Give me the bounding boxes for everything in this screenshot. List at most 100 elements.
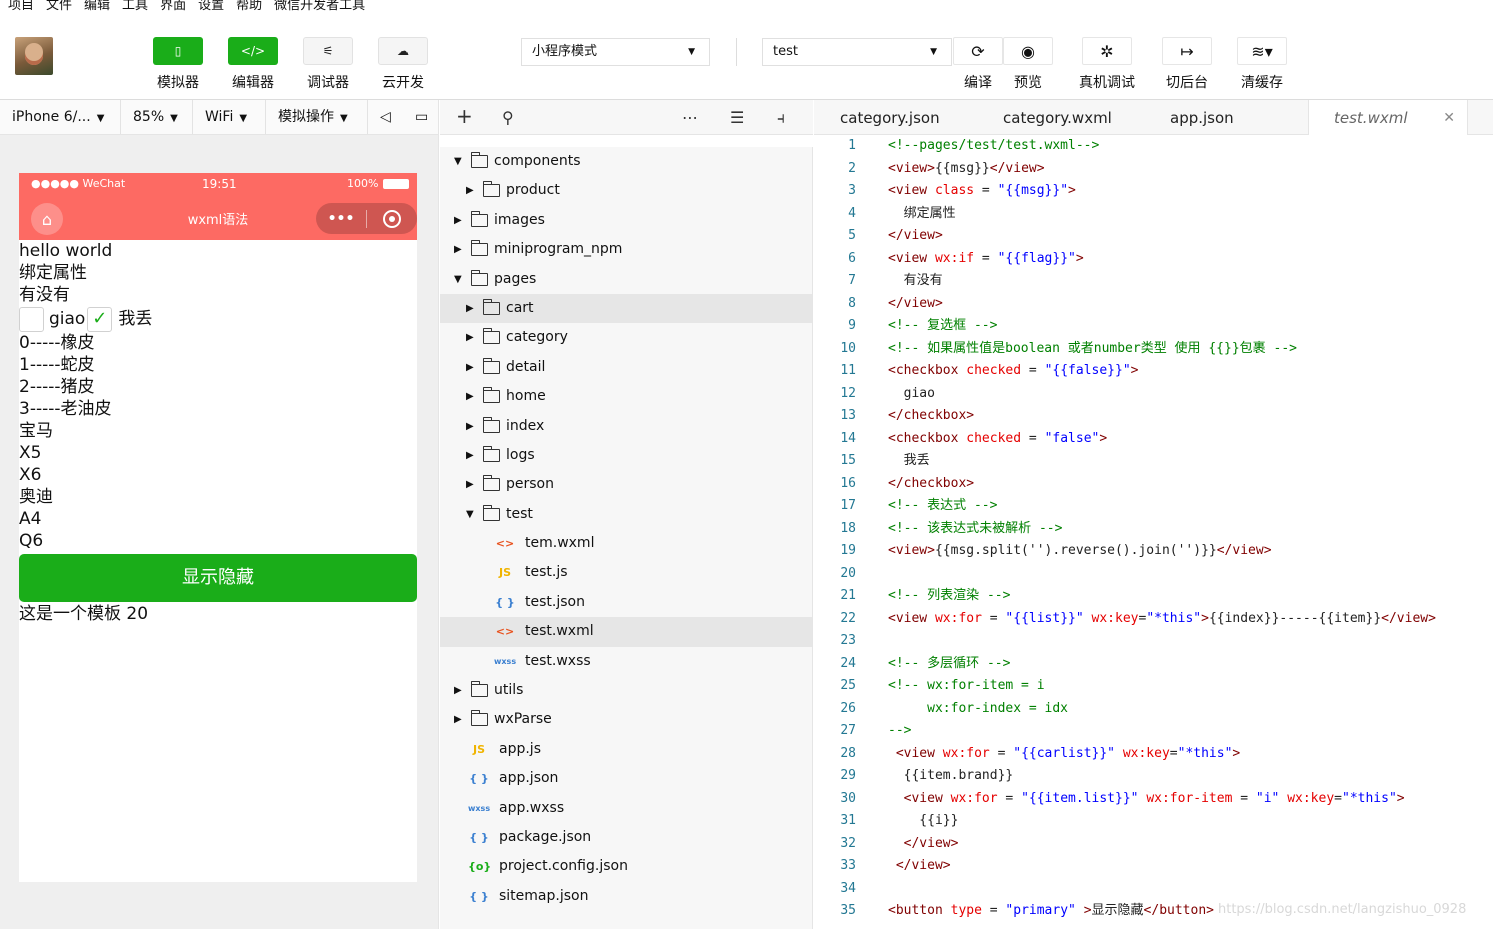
- file-tree-item[interactable]: ▶ home: [440, 382, 812, 411]
- volume-button[interactable]: ◁: [368, 100, 403, 134]
- split-view-icon[interactable]: ⫞: [777, 108, 785, 128]
- caret-right-icon[interactable]: ▶: [454, 235, 462, 264]
- more-icon[interactable]: •••: [316, 211, 366, 227]
- mode-value: 小程序模式: [532, 44, 598, 59]
- file-tree-item[interactable]: {o} project.config.json: [440, 852, 812, 881]
- code-text: </checkbox>: [888, 475, 975, 491]
- file-tree-item[interactable]: JS app.js: [440, 735, 812, 764]
- more-icon[interactable]: ⋯: [682, 108, 698, 127]
- menu-item[interactable]: 界面: [160, 0, 186, 16]
- line-number: 29: [840, 768, 856, 783]
- device-value: iPhone 6/...: [12, 109, 91, 125]
- menu-item[interactable]: 文件: [46, 0, 72, 16]
- file-tree-item[interactable]: ▶ utils: [440, 676, 812, 705]
- menu-item[interactable]: 微信开发者工具: [274, 0, 365, 16]
- operate-select[interactable]: 模拟操作 ▼: [266, 100, 368, 134]
- code-line: 32 </view>: [814, 833, 1493, 856]
- device-select[interactable]: iPhone 6/... ▼: [0, 100, 121, 134]
- caret-right-icon[interactable]: ▶: [466, 176, 474, 205]
- json-icon: { }: [469, 830, 489, 844]
- wxml-icon: <>: [495, 537, 515, 551]
- add-icon[interactable]: +: [456, 104, 473, 128]
- code-line: 13 </checkbox>: [814, 405, 1493, 428]
- menu-item[interactable]: 编辑: [84, 0, 110, 16]
- caret-right-icon[interactable]: ▶: [466, 323, 474, 352]
- file-tree-item[interactable]: wxss app.wxss: [440, 794, 812, 823]
- caret-down-icon[interactable]: ▼: [454, 265, 462, 294]
- zoom-select[interactable]: 85% ▼: [121, 100, 193, 134]
- file-tree-item[interactable]: ▶ images: [440, 206, 812, 235]
- editor-toggle-button[interactable]: </> 编辑器: [223, 37, 283, 92]
- background-button[interactable]: ↦ 切后台: [1152, 37, 1222, 92]
- clear-cache-button[interactable]: ≋▾ 清缓存: [1227, 37, 1297, 92]
- caret-right-icon[interactable]: ▶: [454, 206, 462, 235]
- search-icon[interactable]: ⚲: [502, 108, 514, 127]
- code-editor[interactable]: 1 <!--pages/test/test.wxml--> 2 <view>{{msg…: [814, 135, 1493, 929]
- file-tree-label: app.wxss: [499, 799, 565, 816]
- checkbox-checked[interactable]: ✓: [87, 306, 113, 332]
- line-number: 1: [848, 138, 856, 153]
- preview-button[interactable]: ◉ 预览: [993, 37, 1063, 92]
- file-tree-item[interactable]: ▼ pages: [440, 265, 812, 294]
- file-tree-label: category: [506, 329, 568, 346]
- file-tree-item[interactable]: ▶ cart: [440, 293, 812, 324]
- file-tree-item[interactable]: wxss test.wxss: [440, 647, 812, 676]
- caret-right-icon[interactable]: ▶: [454, 705, 462, 734]
- caret-right-icon[interactable]: ▶: [466, 412, 474, 441]
- menu-item[interactable]: 项目: [8, 0, 34, 16]
- list-item: X5: [19, 443, 42, 463]
- debugger-toggle-button[interactable]: ⚟ 调试器: [298, 37, 358, 92]
- tab-category-wxml[interactable]: category.wxml: [1003, 100, 1112, 135]
- file-tree-item[interactable]: { } sitemap.json: [440, 882, 812, 911]
- file-tree-item[interactable]: ▶ wxParse: [440, 705, 812, 734]
- line-number: 14: [840, 430, 856, 446]
- file-tree-item[interactable]: <> test.wxml: [440, 617, 812, 647]
- file-tree-label: product: [506, 182, 560, 199]
- file-tree-item[interactable]: <> tem.wxml: [440, 529, 812, 558]
- file-tree-item[interactable]: ▶ category: [440, 323, 812, 352]
- collapse-all-icon[interactable]: ☰: [730, 108, 744, 127]
- remote-debug-button[interactable]: ✲ 真机调试: [1072, 37, 1142, 92]
- toggle-button[interactable]: 显示隐藏: [19, 554, 417, 602]
- menu-item[interactable]: 帮助: [236, 0, 262, 16]
- close-target-icon[interactable]: [367, 209, 417, 228]
- template-text: 这是一个模板 20: [19, 604, 149, 624]
- caret-right-icon[interactable]: ▶: [466, 382, 474, 411]
- mode-select[interactable]: 小程序模式 ▼: [521, 38, 710, 66]
- menu-item[interactable]: 工具: [122, 0, 148, 16]
- compile-target-select[interactable]: test ▼: [762, 38, 952, 66]
- caret-right-icon[interactable]: ▶: [466, 294, 474, 323]
- simulator-toggle-button[interactable]: ▯ 模拟器: [148, 37, 208, 92]
- cloud-dev-button[interactable]: ☁ 云开发: [373, 37, 433, 92]
- tab-app-json[interactable]: app.json: [1170, 100, 1234, 135]
- caret-right-icon[interactable]: ▶: [466, 353, 474, 382]
- file-tree-item[interactable]: ▶ product: [440, 176, 812, 205]
- caret-down-icon[interactable]: ▼: [454, 147, 462, 176]
- file-tree-item[interactable]: ▶ person: [440, 470, 812, 499]
- file-tree-item[interactable]: ▶ detail: [440, 353, 812, 382]
- file-tree-item[interactable]: JS test.js: [440, 558, 812, 587]
- file-tree-item[interactable]: ▶ logs: [440, 441, 812, 470]
- clear-cache-label: 清缓存: [1241, 75, 1283, 91]
- file-tree-item[interactable]: { } app.json: [440, 764, 812, 793]
- file-tree-item[interactable]: ▶ miniprogram_npm: [440, 235, 812, 264]
- caret-right-icon[interactable]: ▶: [454, 676, 462, 705]
- close-icon[interactable]: ✕: [1443, 100, 1455, 136]
- file-tree-item[interactable]: ▶ index: [440, 412, 812, 441]
- avatar[interactable]: [15, 37, 53, 75]
- file-tree-item[interactable]: ▼ components: [440, 147, 812, 176]
- menu-item[interactable]: 设置: [198, 0, 224, 16]
- checkbox-unchecked[interactable]: [19, 306, 44, 332]
- file-tree-item[interactable]: ▼ test: [440, 500, 812, 529]
- tab-test-wxml[interactable]: test.wxml ✕: [1308, 100, 1468, 135]
- simulator-area: ●●●●● WeChat 19:51 100% ⌂ wxml语法 ••• hel…: [0, 135, 439, 929]
- caret-right-icon[interactable]: ▶: [466, 441, 474, 470]
- file-tree-item[interactable]: { } test.json: [440, 588, 812, 617]
- caret-right-icon[interactable]: ▶: [466, 470, 474, 499]
- window-button[interactable]: ▭: [403, 100, 438, 134]
- tab-category-json[interactable]: category.json: [840, 100, 940, 135]
- file-tree-item[interactable]: { } package.json: [440, 823, 812, 852]
- code-text: 绑定属性: [888, 205, 956, 221]
- network-select[interactable]: WiFi ▼: [193, 100, 266, 134]
- caret-down-icon[interactable]: ▼: [466, 500, 474, 529]
